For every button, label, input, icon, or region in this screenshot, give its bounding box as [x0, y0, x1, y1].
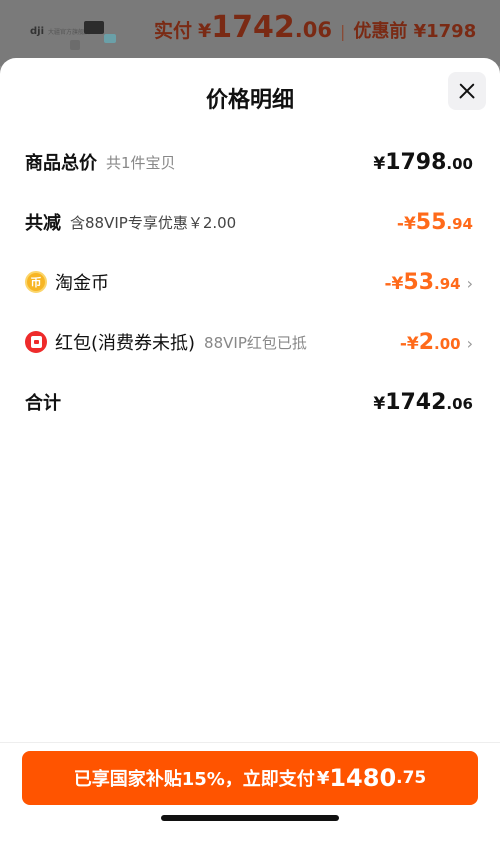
total-price-label: 商品总价 [25, 153, 97, 174]
original-price: 优惠前 ¥1798 [353, 21, 477, 42]
vip-discount-note: 含88VIP专享优惠￥2.00 [70, 213, 237, 232]
red-packet-label: 红包(消费券未抵) [55, 333, 196, 354]
coin-icon: 币 [25, 271, 47, 293]
total-price-dec: .00 [446, 154, 473, 173]
red-packet-row[interactable]: 红包(消费券未抵) 88VIP红包已抵 -¥ 2.00 › [25, 327, 473, 357]
redpacket-int: 2 [418, 329, 435, 355]
home-indicator[interactable] [161, 815, 339, 821]
sheet-title: 价格明细 [205, 88, 294, 113]
product-image-part [70, 40, 80, 50]
paid-amount-int: 1742 [211, 10, 295, 45]
pay-amount-dec: .75 [396, 768, 427, 788]
pay-amount-int: 1480 [329, 764, 397, 792]
pay-now-button[interactable]: 已享国家补贴15%，立即支付 ¥1480.75 [22, 751, 478, 805]
sum-label: 合计 [25, 393, 61, 414]
sum-yen: ¥ [373, 393, 386, 414]
total-price-int: 1798 [385, 149, 447, 175]
price-detail-sheet: 价格明细 商品总价 共1件宝贝 ¥1798.00 共减 含88VIP专享优惠￥2… [0, 58, 500, 847]
discount-yen: -¥ [396, 213, 416, 234]
coins-int: 53 [403, 269, 435, 295]
pay-yen: ¥ [316, 767, 330, 789]
background-price-summary: 实付 ¥1742.06 | 优惠前 ¥1798 [154, 10, 476, 45]
coins-dec: .94 [434, 274, 461, 293]
paid-amount-dec: .06 [294, 18, 332, 42]
chevron-right-icon: › [466, 333, 473, 353]
red-packet-amount: -¥ 2.00 › [400, 330, 473, 355]
item-count-note: 共1件宝贝 [106, 153, 176, 172]
taojinbi-amount: -¥ 53.94 › [385, 270, 474, 295]
product-thumbnail: dji 大疆官方旗舰店 [26, 18, 126, 58]
sum-int: 1742 [385, 389, 447, 415]
sum-dec: .06 [446, 394, 473, 413]
chevron-right-icon: › [466, 273, 473, 293]
bottom-bar: 已享国家补贴15%，立即支付 ¥1480.75 [0, 742, 500, 847]
total-discount-label: 共减 [25, 213, 61, 234]
background-product-header: dji 大疆官方旗舰店 实付 ¥1742.06 | 优惠前 ¥1798 [0, 0, 500, 66]
close-icon[interactable] [448, 72, 486, 110]
redpacket-dec: .00 [434, 334, 461, 353]
price-separator: | [339, 22, 346, 41]
total-discount-row: 共减 含88VIP专享优惠￥2.00 -¥ 55.94 [25, 207, 473, 237]
paid-label: 实付 [154, 20, 193, 42]
product-image [84, 21, 104, 34]
brand-logo: dji [30, 26, 45, 37]
red-packet-note: 88VIP红包已抵 [204, 333, 307, 352]
coins-yen: -¥ [384, 273, 404, 294]
total-price-amount: ¥1798.00 [373, 150, 473, 175]
total-price-row: 商品总价 共1件宝贝 ¥1798.00 [25, 147, 473, 177]
taojinbi-row[interactable]: 币 淘金币 -¥ 53.94 › [25, 267, 473, 297]
sum-row: 合计 ¥1742.06 [25, 387, 473, 417]
discount-dec: .94 [446, 214, 473, 233]
paid-yen: ¥ [198, 20, 212, 42]
sum-amount: ¥1742.06 [373, 390, 473, 415]
pay-button-text: 已享国家补贴15%，立即支付 [73, 769, 315, 790]
red-packet-icon [25, 331, 47, 353]
product-image-accessory [104, 34, 116, 43]
redpacket-yen: -¥ [399, 333, 419, 354]
taojinbi-label: 淘金币 [55, 273, 109, 294]
discount-int: 55 [415, 209, 447, 235]
total-discount-amount: -¥ 55.94 [397, 210, 473, 235]
total-price-yen: ¥ [373, 153, 386, 174]
